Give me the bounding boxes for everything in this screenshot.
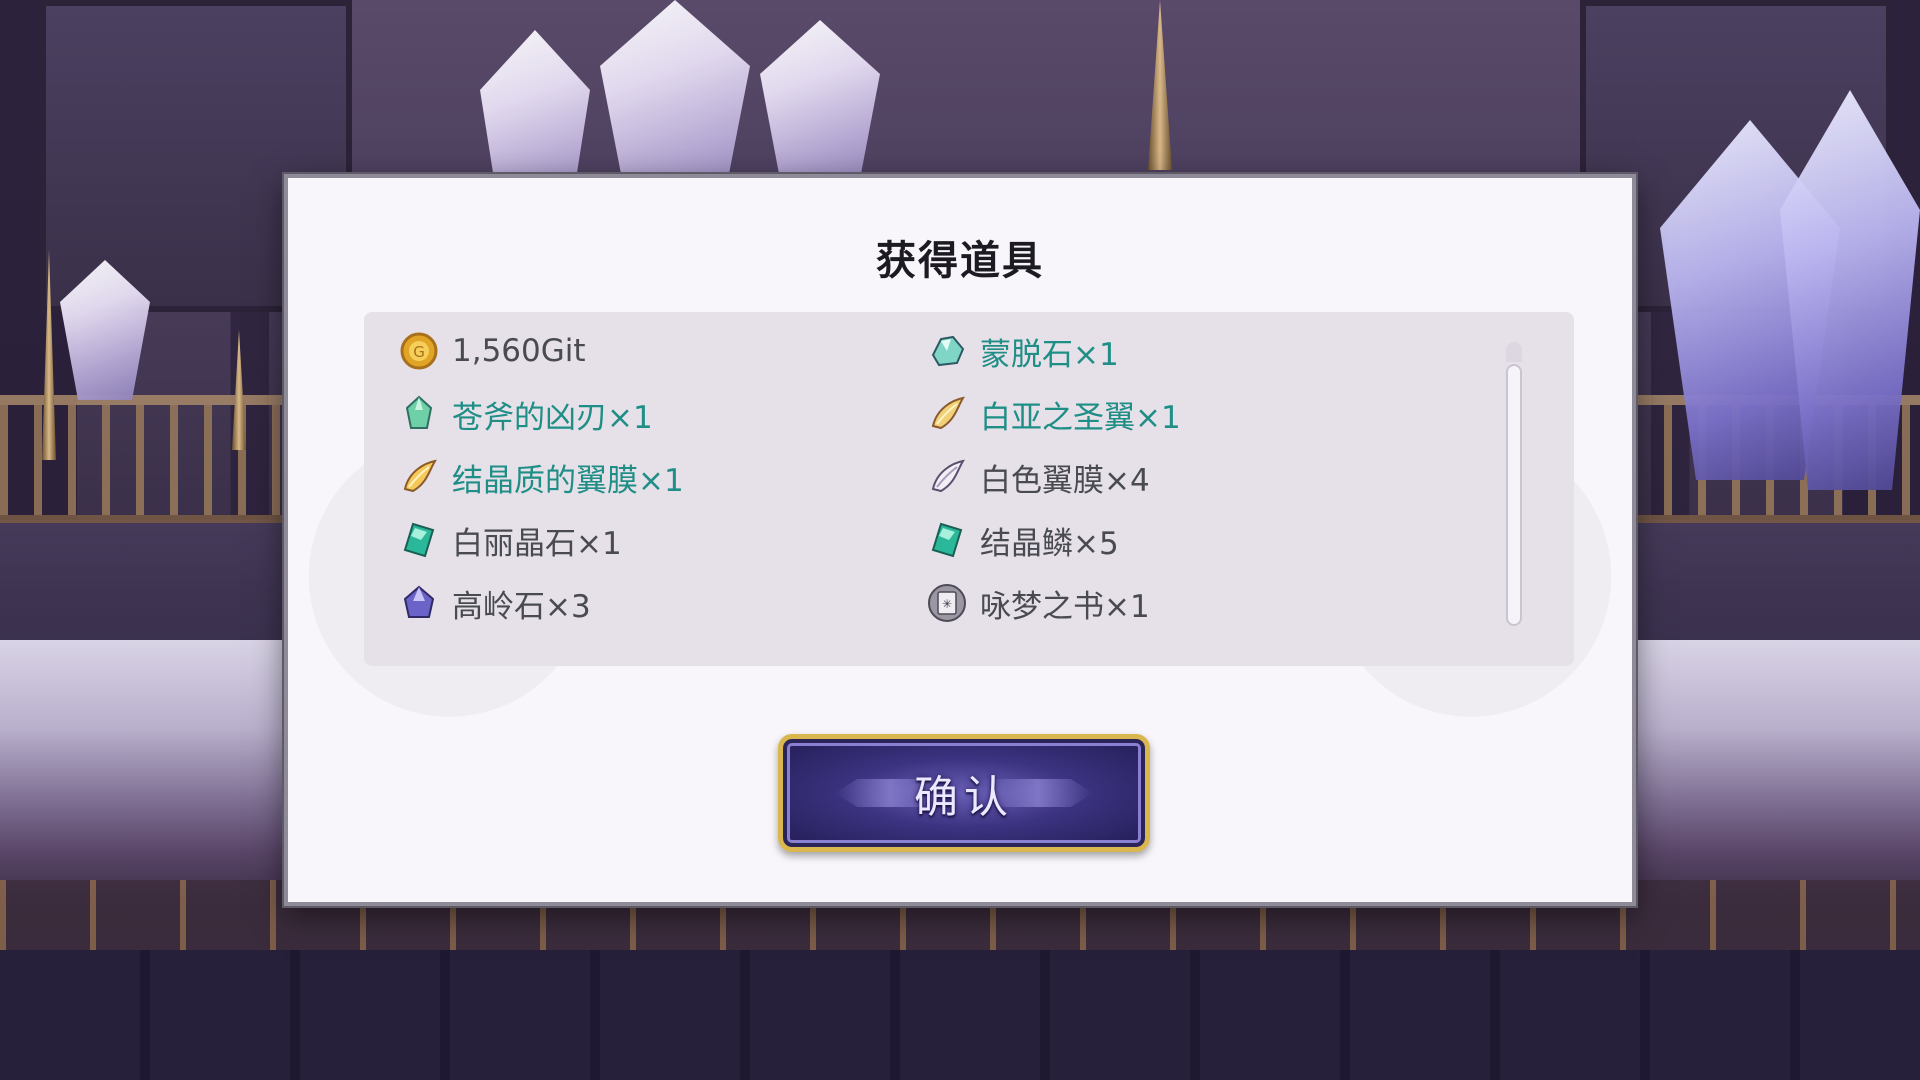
gold-coin-icon: G	[398, 330, 440, 372]
emerald-gem-icon	[926, 519, 968, 561]
item-label: 苍斧的凶刃×1	[452, 399, 653, 436]
list-item: G 1,560Git	[398, 326, 586, 376]
list-item: 白色翼膜×4	[926, 452, 1150, 502]
confirm-button-label: 确认	[914, 772, 1014, 823]
list-item: 白丽晶石×1	[398, 515, 622, 565]
list-item: 结晶鳞×5	[926, 515, 1119, 565]
green-crystal-icon	[398, 393, 440, 435]
item-reward-dialog: 获得道具 G 1,560Git 苍斧的凶刃×1 结晶质的翼膜×1 白丽晶石×1 …	[284, 174, 1636, 906]
list-item: 结晶质的翼膜×1	[398, 452, 684, 502]
item-label: 结晶质的翼膜×1	[452, 462, 684, 499]
list-item: ✳ 咏梦之书×1	[926, 578, 1150, 628]
list-item: 白亚之圣翼×1	[926, 389, 1181, 439]
scrollbar[interactable]	[1506, 364, 1522, 626]
book-icon: ✳	[926, 582, 968, 624]
list-item: 蒙脱石×1	[926, 326, 1119, 376]
item-label: 高岭石×3	[452, 588, 591, 625]
background-floor-tiles	[0, 950, 1920, 1080]
item-label: 白亚之圣翼×1	[980, 399, 1181, 436]
crystal-ore-icon	[926, 330, 968, 372]
item-label: 白丽晶石×1	[452, 525, 622, 562]
emerald-gem-icon	[398, 519, 440, 561]
item-label: 咏梦之书×1	[980, 588, 1150, 625]
list-item: 高岭石×3	[398, 578, 591, 628]
item-label: 蒙脱石×1	[980, 336, 1119, 373]
item-label: 1,560Git	[452, 333, 586, 369]
white-wing-icon	[926, 456, 968, 498]
item-label: 白色翼膜×4	[980, 462, 1150, 499]
confirm-button[interactable]: 确认	[778, 734, 1150, 852]
list-item: 苍斧的凶刃×1	[398, 389, 653, 439]
golden-wing-icon	[398, 456, 440, 498]
scrollbar-cap	[1506, 342, 1522, 362]
item-label: 结晶鳞×5	[980, 525, 1119, 562]
dialog-title: 获得道具	[876, 238, 1044, 284]
item-list-panel: G 1,560Git 苍斧的凶刃×1 结晶质的翼膜×1 白丽晶石×1 高岭石×3…	[364, 312, 1574, 666]
svg-text:✳: ✳	[942, 597, 952, 611]
game-scene: 获得道具 G 1,560Git 苍斧的凶刃×1 结晶质的翼膜×1 白丽晶石×1 …	[0, 0, 1920, 1080]
svg-text:G: G	[413, 343, 425, 361]
golden-wing-icon	[926, 393, 968, 435]
purple-ore-icon	[398, 582, 440, 624]
